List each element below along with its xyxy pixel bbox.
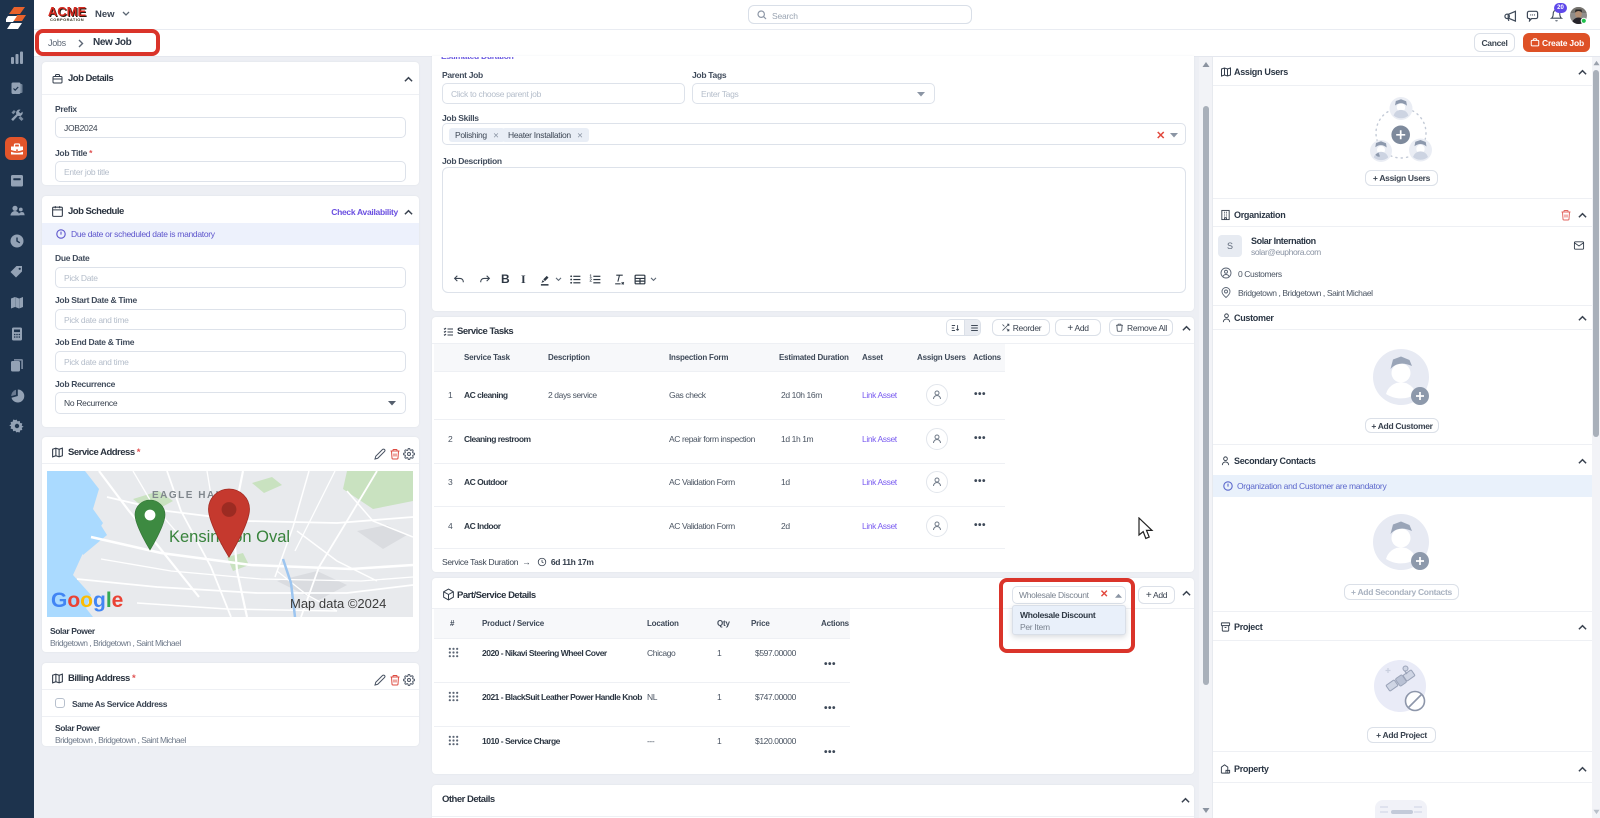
svg-text:Google: Google [51, 589, 123, 612]
svg-text:Map data ©2024: Map data ©2024 [290, 596, 386, 611]
svg-text:2: 2 [590, 278, 593, 283]
